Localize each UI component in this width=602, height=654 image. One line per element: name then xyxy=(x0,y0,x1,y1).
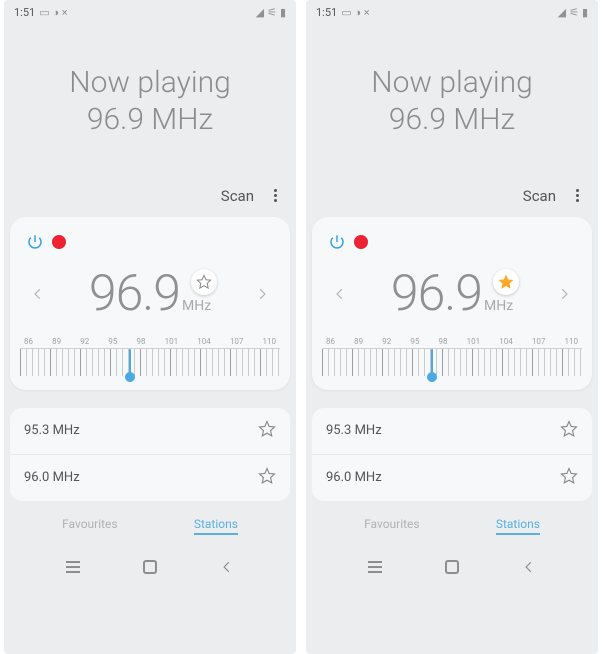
dial-label: 104 xyxy=(197,337,211,346)
dial-pointer[interactable] xyxy=(129,349,131,377)
nav-recent-button[interactable] xyxy=(363,555,387,579)
dial-label: 95 xyxy=(410,337,419,346)
tab-favourites[interactable]: Favourites xyxy=(62,517,118,535)
nav-home-button[interactable] xyxy=(138,555,162,579)
dial-label: 89 xyxy=(354,337,363,346)
dial-label: 86 xyxy=(24,337,33,346)
nav-home-button[interactable] xyxy=(440,555,464,579)
nav-back-button[interactable] xyxy=(517,555,541,579)
dial-label: 98 xyxy=(439,337,448,346)
dial-label: 101 xyxy=(165,337,179,346)
dial-pointer[interactable] xyxy=(431,349,433,377)
frequency-unit: MHz xyxy=(484,298,513,314)
status-time: 1:51 xyxy=(316,6,337,19)
dial-label: 101 xyxy=(467,337,481,346)
prev-station-button[interactable] xyxy=(26,282,50,306)
station-label: 95.3 MHz xyxy=(326,423,382,438)
tuner-card: 96.9 MHz 86 89 92 95 98 101 104 107 110 xyxy=(312,217,592,390)
frequency-unit: MHz xyxy=(182,298,211,314)
status-time: 1:51 xyxy=(14,6,35,19)
dial-label: 110 xyxy=(565,337,579,346)
next-station-button[interactable] xyxy=(552,282,576,306)
header-title: Now playing xyxy=(4,64,296,102)
dial-label: 107 xyxy=(230,337,244,346)
nav-back-button[interactable] xyxy=(215,555,239,579)
star-outline-icon[interactable] xyxy=(258,420,276,442)
now-playing-header: Now playing 96.9 MHz xyxy=(306,24,598,187)
station-row[interactable]: 95.3 MHz xyxy=(312,408,592,454)
dial-labels: 86 89 92 95 98 101 104 107 110 xyxy=(322,337,582,348)
scan-button[interactable]: Scan xyxy=(523,187,556,205)
more-icon[interactable] xyxy=(268,189,282,202)
status-left-icons: ▭ ◑ × xyxy=(39,6,67,19)
tab-stations[interactable]: Stations xyxy=(496,517,540,535)
dial-label: 95 xyxy=(108,337,117,346)
station-label: 96.0 MHz xyxy=(326,470,382,485)
star-outline-icon[interactable] xyxy=(191,269,217,295)
frequency-display: 96.9 MHz xyxy=(89,269,211,319)
star-filled-icon[interactable] xyxy=(493,269,519,295)
android-nav-bar xyxy=(4,543,296,591)
header-subtitle: 96.9 MHz xyxy=(306,102,598,137)
star-outline-icon[interactable] xyxy=(560,467,578,489)
header-subtitle: 96.9 MHz xyxy=(4,102,296,137)
status-right-icons: ◢⚟▮ xyxy=(256,6,286,19)
station-label: 96.0 MHz xyxy=(24,470,80,485)
dial-label: 92 xyxy=(80,337,89,346)
station-row[interactable]: 96.0 MHz xyxy=(312,454,592,501)
dial-label: 98 xyxy=(137,337,146,346)
dial-label: 92 xyxy=(382,337,391,346)
header-title: Now playing xyxy=(306,64,598,102)
phone-screen: 1:51 ▭ ◑ × ◢⚟▮ Now playing 96.9 MHz Scan xyxy=(4,0,296,654)
bottom-tabs: Favourites Stations xyxy=(4,501,296,543)
next-station-button[interactable] xyxy=(250,282,274,306)
dial-label: 104 xyxy=(499,337,513,346)
station-label: 95.3 MHz xyxy=(24,423,80,438)
android-nav-bar xyxy=(306,543,598,591)
bottom-tabs: Favourites Stations xyxy=(306,501,598,543)
nav-recent-button[interactable] xyxy=(61,555,85,579)
frequency-dial[interactable]: 86 89 92 95 98 101 104 107 110 xyxy=(20,337,280,376)
phone-screen: 1:51 ▭ ◑ × ◢⚟▮ Now playing 96.9 MHz Scan xyxy=(306,0,598,654)
star-outline-icon[interactable] xyxy=(258,467,276,489)
station-row[interactable]: 96.0 MHz xyxy=(10,454,290,501)
dial-scale[interactable] xyxy=(322,348,582,376)
record-icon[interactable] xyxy=(354,235,368,249)
frequency-display: 96.9 MHz xyxy=(391,269,513,319)
more-icon[interactable] xyxy=(570,189,584,202)
status-right-icons: ◢⚟▮ xyxy=(558,6,588,19)
dial-label: 110 xyxy=(263,337,277,346)
station-row[interactable]: 95.3 MHz xyxy=(10,408,290,454)
status-bar: 1:51 ▭ ◑ × ◢⚟▮ xyxy=(306,0,598,24)
stations-list: 95.3 MHz 96.0 MHz xyxy=(10,408,290,501)
star-outline-icon[interactable] xyxy=(560,420,578,442)
tab-favourites[interactable]: Favourites xyxy=(364,517,420,535)
dial-labels: 86 89 92 95 98 101 104 107 110 xyxy=(20,337,280,348)
prev-station-button[interactable] xyxy=(328,282,352,306)
power-icon[interactable] xyxy=(24,231,46,253)
dial-scale[interactable] xyxy=(20,348,280,376)
stations-list: 95.3 MHz 96.0 MHz xyxy=(312,408,592,501)
dial-label: 89 xyxy=(52,337,61,346)
tuner-card: 96.9 MHz 86 89 92 95 98 101 104 107 110 xyxy=(10,217,290,390)
tab-stations[interactable]: Stations xyxy=(194,517,238,535)
frequency-dial[interactable]: 86 89 92 95 98 101 104 107 110 xyxy=(322,337,582,376)
record-icon[interactable] xyxy=(52,235,66,249)
dial-label: 107 xyxy=(532,337,546,346)
power-icon[interactable] xyxy=(326,231,348,253)
frequency-value: 96.9 xyxy=(89,269,180,319)
frequency-value: 96.9 xyxy=(391,269,482,319)
dial-label: 86 xyxy=(326,337,335,346)
status-left-icons: ▭ ◑ × xyxy=(341,6,369,19)
status-bar: 1:51 ▭ ◑ × ◢⚟▮ xyxy=(4,0,296,24)
now-playing-header: Now playing 96.9 MHz xyxy=(4,24,296,187)
scan-button[interactable]: Scan xyxy=(221,187,254,205)
